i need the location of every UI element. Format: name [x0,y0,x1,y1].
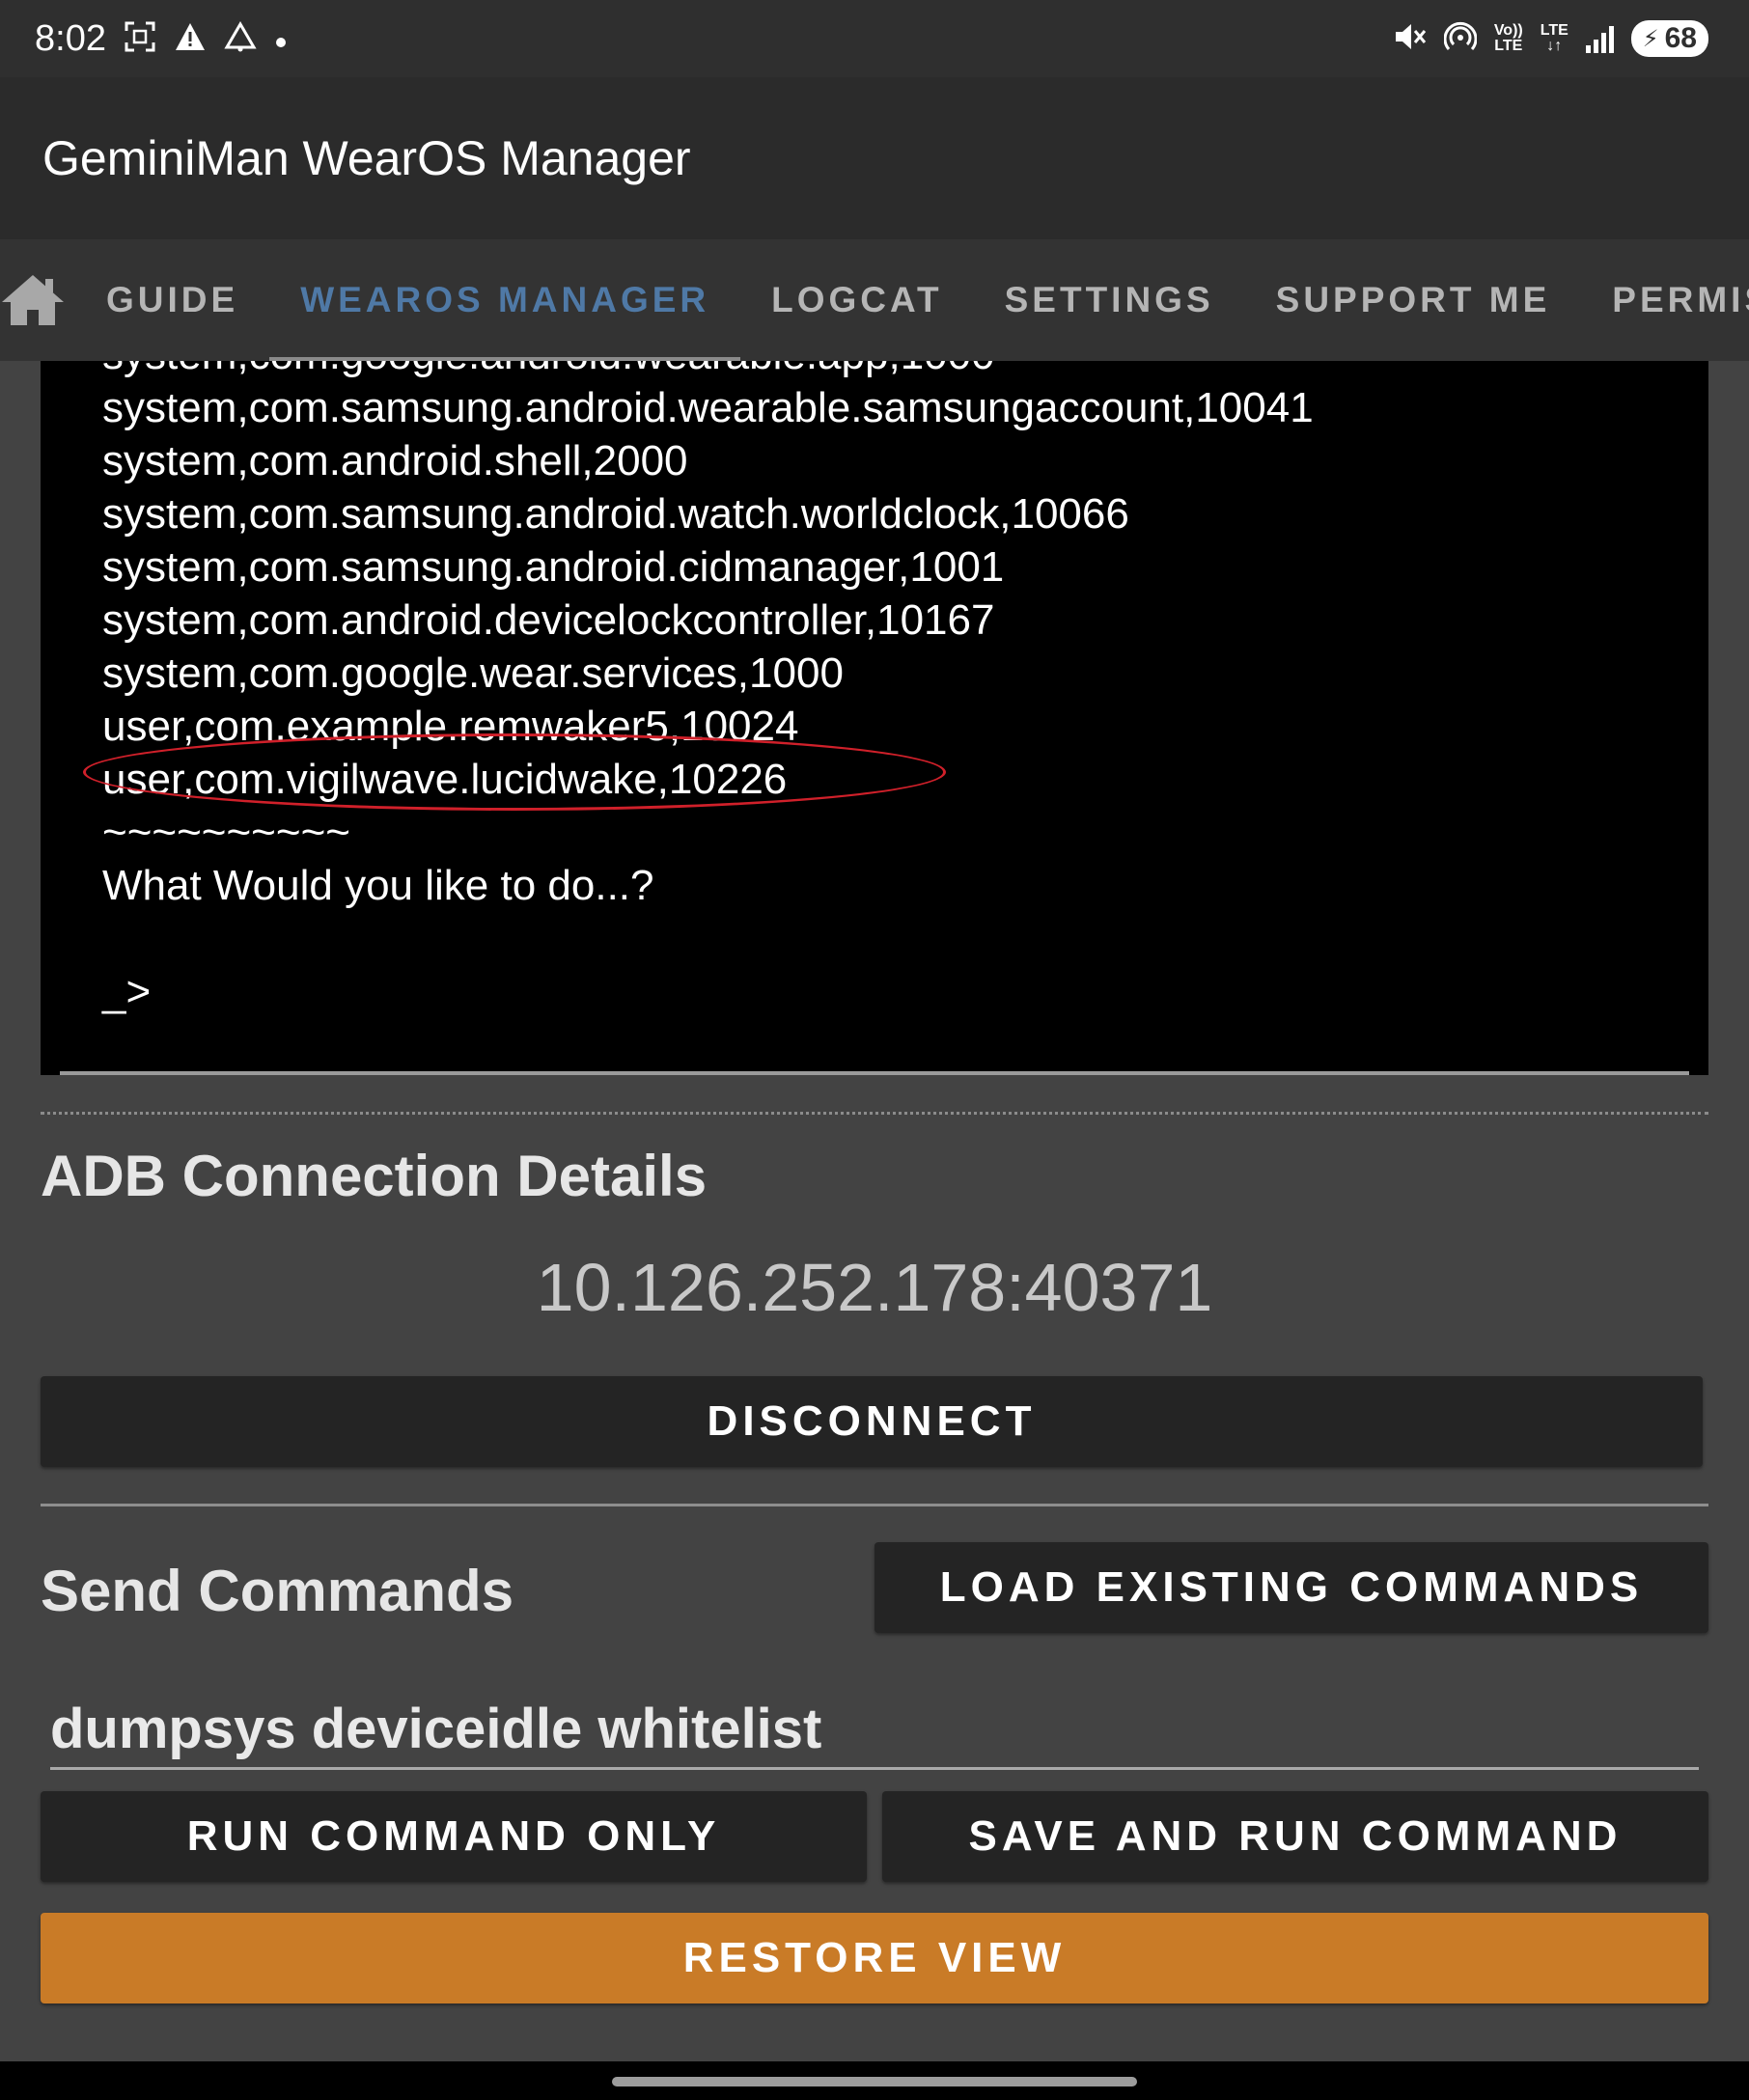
terminal-line: ~~~~~~~~~~ [102,809,350,856]
lte-data-icon: LTE ↓↑ [1540,22,1569,54]
terminal-lines: system,com.google.android.wearable.app,1… [102,361,1685,1018]
load-existing-commands-button[interactable]: LOAD EXISTING COMMANDS [874,1542,1708,1633]
tab-logcat[interactable]: LOGCAT [740,239,973,361]
dot-icon [274,23,288,54]
screenshot-icon [124,20,156,58]
mute-icon [1394,21,1427,57]
run-command-button[interactable]: RUN COMMAND ONLY [41,1791,867,1882]
tab-support-me[interactable]: SUPPORT ME [1245,239,1582,361]
warning-icon [174,21,207,57]
terminal-line: system,com.android.shell,2000 [102,437,688,484]
terminal-line: system,com.google.wear.services,1000 [102,649,844,697]
tab-guide[interactable]: GUIDE [69,239,269,361]
tab-wearos-manager[interactable]: WEAROS MANAGER [269,239,741,361]
status-bar: 8:02 Vo)) LTE LTE ↓↑ ⚡ 68 [0,0,1749,77]
terminal-line: system,com.android.devicelockcontroller,… [102,596,995,644]
dotted-divider [41,1112,1708,1115]
terminal-line: system,com.samsung.android.cidmanager,10… [102,543,1005,591]
home-icon [2,275,64,325]
save-and-run-button[interactable]: SAVE AND RUN COMMAND [882,1791,1708,1882]
terminal-line: system,com.samsung.android.wearable.sams… [102,384,1314,431]
main-content: system,com.google.android.wearable.app,1… [0,361,1749,2061]
gesture-handle[interactable] [612,2077,1137,2086]
battery-level: 68 [1664,22,1697,54]
terminal-line-highlighted: user,com.vigilwave.lucidwake,10226 [102,756,788,803]
restore-view-button[interactable]: RESTORE VIEW [41,1913,1708,2003]
adb-section-title: ADB Connection Details [41,1144,708,1208]
status-bar-right: Vo)) LTE LTE ↓↑ ⚡ 68 [1394,20,1708,58]
tab-settings[interactable]: SETTINGS [974,239,1245,361]
tab-permissions[interactable]: PERMIS [1581,239,1749,361]
command-input[interactable] [50,1691,1699,1770]
charging-bolt-icon: ⚡ [1642,25,1659,52]
terminal-line: What Would you like to do...? [102,862,654,909]
app-title: GeminiMan WearOS Manager [42,131,691,185]
terminal-line: system,com.google.android.wearable.app,1… [102,361,1685,381]
battery-indicator: ⚡ 68 [1630,20,1708,57]
terminal-output[interactable]: system,com.google.android.wearable.app,1… [41,361,1708,1075]
terminal-prompt: _> [102,968,152,1015]
tab-home[interactable] [0,239,69,361]
alert-bell-icon [224,20,257,57]
app-bar: GeminiMan WearOS Manager [0,77,1749,239]
disconnect-button[interactable]: DISCONNECT [41,1376,1703,1467]
status-bar-left: 8:02 [35,18,288,60]
adb-address: 10.126.252.178:40371 [536,1250,1213,1325]
send-commands-title: Send Commands [41,1559,514,1623]
volte-icon: Vo)) LTE [1493,22,1523,54]
terminal-line: system,com.samsung.android.watch.worldcl… [102,490,1129,538]
tab-bar: GUIDE WEAROS MANAGER LOGCAT SETTINGS SUP… [0,239,1749,361]
navigation-bar [0,2061,1749,2100]
signal-icon [1585,24,1614,53]
terminal-scrollbar[interactable] [60,1071,1689,1075]
terminal-line: user,com.example.remwaker5,10024 [102,703,799,750]
hotspot-icon [1443,20,1478,58]
section-divider [41,1504,1708,1506]
status-time: 8:02 [35,17,106,59]
